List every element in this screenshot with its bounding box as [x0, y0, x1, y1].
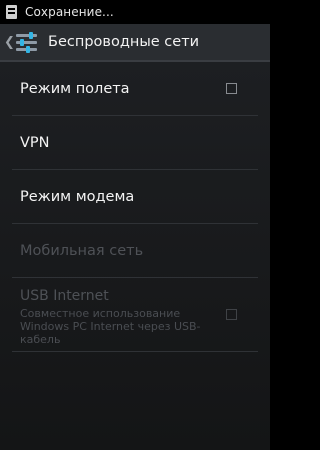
setting-label: Мобильная сеть	[20, 242, 144, 259]
setting-airplane-mode[interactable]: Режим полета	[12, 62, 258, 116]
status-text: Сохранение...	[25, 5, 114, 19]
up-button[interactable]: ❮	[0, 23, 40, 61]
setting-mobile-network: Мобильная сеть	[12, 224, 258, 278]
settings-sliders-icon	[13, 29, 40, 56]
wireless-settings-screen: Сохранение... ❮ Беспроводные сети Режим …	[0, 0, 270, 450]
setting-label: USB Internet	[20, 288, 109, 304]
action-bar: ❮ Беспроводные сети	[0, 24, 270, 62]
settings-list: Режим полета VPN Режим модема Мобильная …	[12, 62, 258, 352]
status-bar: Сохранение...	[0, 0, 270, 24]
page-title: Беспроводные сети	[48, 34, 200, 50]
setting-label: VPN	[20, 134, 50, 151]
sim-card-icon	[6, 5, 17, 19]
chevron-left-icon: ❮	[4, 34, 15, 50]
airplane-mode-checkbox[interactable]	[226, 82, 237, 94]
setting-usb-internet: USB Internet Совместное использование Wi…	[12, 278, 258, 352]
setting-label: Режим модема	[20, 188, 135, 205]
usb-internet-checkbox	[226, 308, 237, 320]
setting-tethering[interactable]: Режим модема	[12, 170, 258, 224]
setting-summary: Совместное использование Windows PC Inte…	[20, 307, 201, 346]
setting-label: Режим полета	[20, 80, 130, 97]
setting-vpn[interactable]: VPN	[12, 116, 258, 170]
